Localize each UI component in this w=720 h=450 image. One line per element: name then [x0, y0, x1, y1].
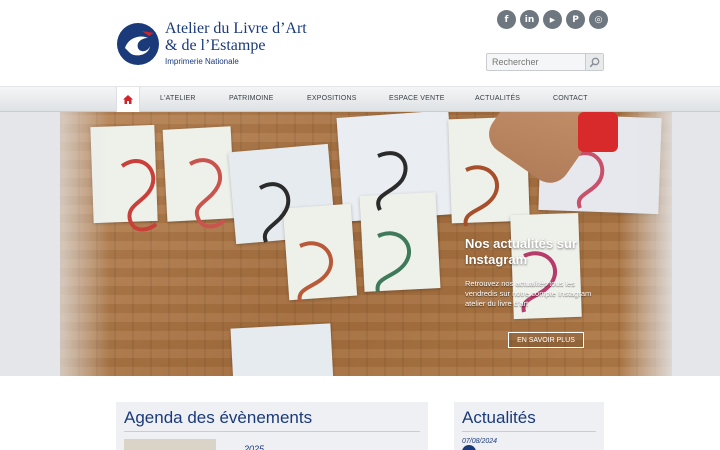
hero-fade-left — [40, 112, 110, 376]
social-links: f in ▶ P ◎ — [497, 10, 608, 29]
divider — [462, 431, 596, 432]
nav-item-patrimoine[interactable]: PATRIMOINE — [229, 95, 274, 102]
hero-slider[interactable]: Nos actualités sur Instagram Retrouvez n… — [0, 112, 720, 376]
hero-caption: Nos actualités sur Instagram Retrouvez n… — [455, 232, 600, 342]
pinterest-icon[interactable]: P — [566, 10, 585, 29]
nav-item-actualites[interactable]: ACTUALITÉS — [475, 95, 520, 102]
hero-title: Nos actualités sur Instagram — [465, 236, 577, 267]
brand-subtitle: Imprimerie Nationale — [165, 57, 239, 66]
news-date: 07/08/2024 — [462, 438, 498, 445]
nav-item-contact[interactable]: CONTACT — [553, 95, 588, 102]
brand-title-line1: Atelier du Livre d’Art — [165, 20, 307, 37]
agenda-thumbnail[interactable] — [124, 439, 216, 450]
logo-icon[interactable] — [116, 22, 160, 66]
divider — [124, 431, 420, 432]
search-button[interactable] — [585, 54, 603, 70]
news-panel: Actualités 07/08/2024 — [454, 402, 604, 450]
nav-item-atelier[interactable]: L'ATELIER — [160, 95, 196, 102]
instagram-icon[interactable]: ◎ — [589, 10, 608, 29]
agenda-year: 2025 — [244, 444, 265, 450]
news-avatar[interactable] — [462, 445, 476, 450]
main-nav: L'ATELIER PATRIMOINE EXPOSITIONS ESPACE … — [0, 86, 720, 112]
brand[interactable]: Atelier du Livre d’Art & de l’Estampe Im… — [165, 20, 307, 66]
search-input[interactable] — [487, 54, 585, 70]
facebook-icon[interactable]: f — [497, 10, 516, 29]
page: Atelier du Livre d’Art & de l’Estampe Im… — [0, 0, 720, 450]
hero-read-more-button[interactable]: EN SAVOIR PLUS — [508, 332, 584, 348]
hero-fade-right — [620, 112, 680, 376]
youtube-icon[interactable]: ▶ — [543, 10, 562, 29]
news-title: Actualités — [462, 408, 536, 427]
sleeve-image — [578, 112, 618, 152]
linkedin-icon[interactable]: in — [520, 10, 539, 29]
search-box — [486, 53, 604, 71]
brand-title-line2: & de l’Estampe — [165, 37, 266, 54]
nav-item-espace-vente[interactable]: ESPACE VENTE — [389, 95, 445, 102]
search-icon — [589, 57, 600, 67]
nav-home[interactable] — [116, 87, 140, 112]
nav-item-expositions[interactable]: EXPOSITIONS — [307, 95, 357, 102]
home-icon — [123, 95, 133, 104]
agenda-panel: Agenda des évènements 2025 — [116, 402, 428, 450]
agenda-title: Agenda des évènements — [124, 408, 313, 427]
hero-text: Retrouvez nos actualités tous les vendre… — [465, 279, 592, 308]
site-header: Atelier du Livre d’Art & de l’Estampe Im… — [0, 0, 720, 86]
